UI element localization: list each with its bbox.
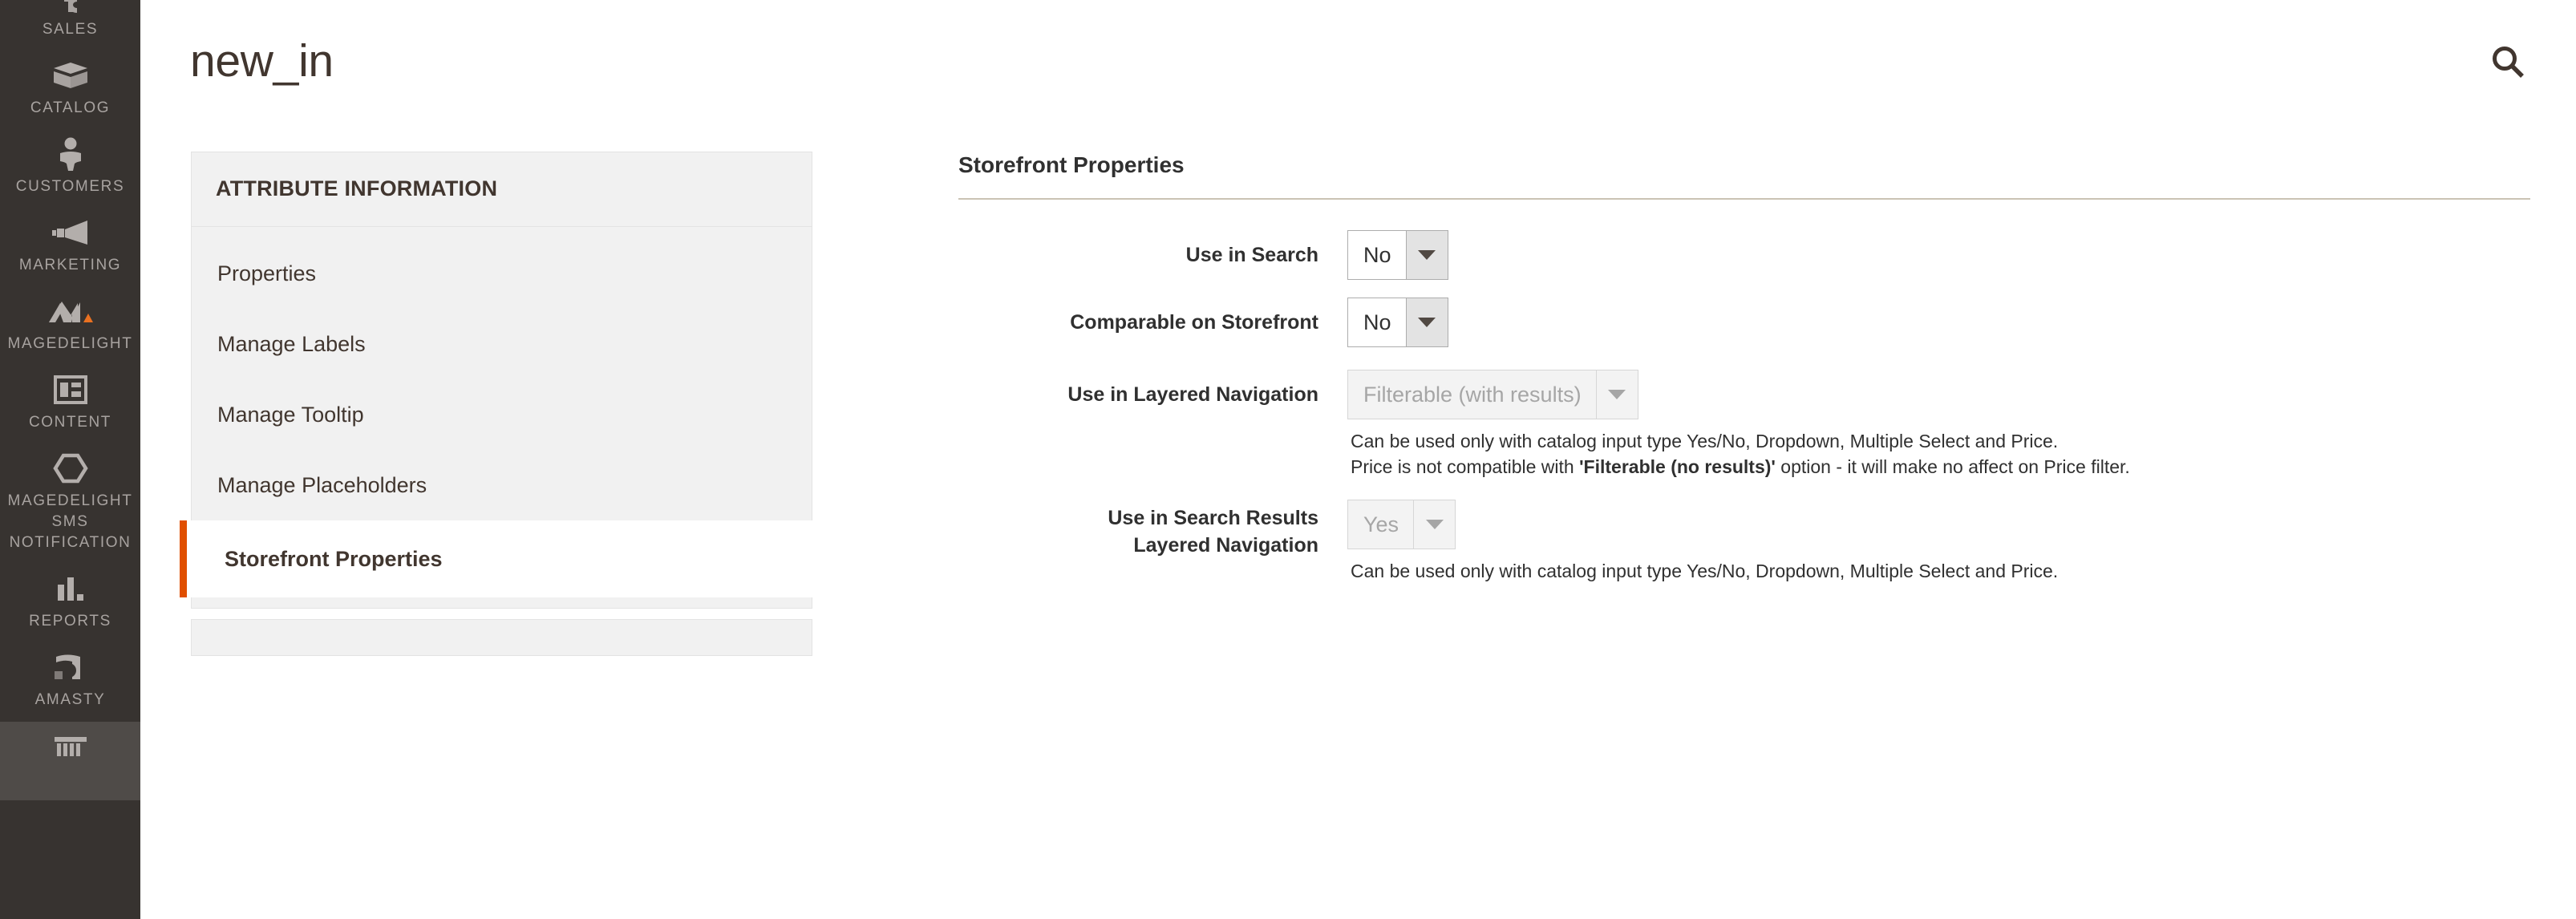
stores-icon	[3, 727, 137, 765]
sidebar-label-magedelight: MAGEDELIGHT	[7, 335, 133, 352]
section-title: Storefront Properties	[958, 152, 1185, 177]
attribute-information-panel: ATTRIBUTE INFORMATION Properties Manage …	[180, 152, 824, 656]
use-in-search-results-layered-navigation-value: Yes	[1363, 512, 1399, 536]
panel-item-storefront-properties[interactable]: Storefront Properties	[180, 520, 824, 597]
sidebar-label-amasty: AMASTY	[34, 691, 106, 708]
amasty-a-icon	[3, 648, 137, 686]
page-header: new_in	[140, 0, 2576, 140]
panel-item-properties[interactable]: Properties	[192, 238, 812, 309]
field-label-line-2: Layered Navigation	[1133, 534, 1318, 557]
sidebar-label-marketing: MARKETING	[18, 257, 122, 273]
field-label-use-in-search: Use in Search	[1185, 244, 1318, 266]
sidebar-item-customers[interactable]: CUSTOMERS	[0, 130, 140, 208]
section-divider	[958, 198, 2530, 200]
sidebar-item-reports[interactable]: REPORTS	[0, 565, 140, 643]
page-title: new_in	[190, 35, 334, 87]
notes-use-in-layered-navigation: Can be used only with catalog input type…	[1347, 429, 2130, 479]
chevron-down-icon	[1405, 231, 1448, 279]
sidebar-label-catalog: CATALOG	[30, 99, 111, 116]
use-in-search-results-layered-navigation-select[interactable]: Yes	[1347, 500, 1456, 549]
use-in-layered-navigation-value: Filterable (with results)	[1363, 383, 1582, 407]
chevron-down-icon	[1595, 370, 1638, 419]
field-control-comparable-on-storefront: No	[1347, 298, 1448, 347]
attribute-panel-box: ATTRIBUTE INFORMATION Properties Manage …	[180, 152, 824, 609]
sidebar-label-sales: SALES	[42, 21, 99, 38]
layout-page-icon	[3, 370, 137, 409]
note-suffix: option - it will make no affect on Price…	[1775, 456, 2130, 477]
sidebar-item-stores[interactable]	[0, 722, 140, 800]
attribute-panel-title: ATTRIBUTE INFORMATION	[192, 152, 812, 227]
bar-chart-icon	[3, 569, 137, 608]
panel-item-label: Manage Labels	[217, 332, 366, 356]
attribute-panel-next-section[interactable]	[191, 619, 812, 656]
admin-sidebar: SALES CATALOG CUSTOMERS MARKETING MAGEDE…	[0, 0, 140, 919]
magedelight-logo-icon	[3, 292, 137, 330]
storefront-properties-form: Storefront Properties Use in Search No C…	[958, 152, 2530, 601]
field-note: Price is not compatible with 'Filterable…	[1351, 455, 2130, 479]
sidebar-item-marketing[interactable]: MARKETING	[0, 208, 140, 287]
field-control-use-in-search-results-layered-navigation: Yes Can be used only with catalog input …	[1347, 500, 2058, 583]
field-row-use-in-layered-navigation: Use in Layered Navigation Filterable (wi…	[958, 370, 2530, 479]
use-in-layered-navigation-select[interactable]: Filterable (with results)	[1347, 370, 1638, 419]
panel-item-label: Storefront Properties	[225, 547, 443, 571]
field-row-use-in-search-results-layered-navigation: Use in Search Results Layered Navigation…	[958, 500, 2530, 583]
panel-item-manage-tooltip[interactable]: Manage Tooltip	[192, 379, 812, 450]
field-label-line-1: Use in Search Results	[1108, 507, 1318, 529]
field-row-use-in-search: Use in Search No	[958, 230, 2530, 280]
use-in-search-value: No	[1363, 243, 1391, 267]
attribute-panel-list: Properties Manage Labels Manage Tooltip …	[180, 227, 824, 608]
sidebar-item-amasty[interactable]: AMASTY	[0, 643, 140, 722]
sidebar-label-customers: CUSTOMERS	[15, 178, 125, 195]
field-row-comparable-on-storefront: Comparable on Storefront No	[958, 298, 2530, 347]
panel-item-manage-labels[interactable]: Manage Labels	[192, 309, 812, 379]
page-body: ATTRIBUTE INFORMATION Properties Manage …	[140, 140, 2576, 919]
sidebar-item-magedelight-sms-notification[interactable]: MAGEDELIGHT SMS NOTIFICATION	[0, 444, 140, 565]
megaphone-icon	[3, 213, 137, 252]
field-label-use-in-search-results-layered-navigation: Use in Search Results Layered Navigation	[958, 500, 1347, 559]
person-icon	[3, 135, 137, 173]
panel-item-label: Properties	[217, 261, 317, 285]
panel-item-label: Manage Tooltip	[217, 403, 364, 427]
comparable-on-storefront-select[interactable]: No	[1347, 298, 1448, 347]
panel-item-label: Manage Placeholders	[217, 473, 427, 497]
comparable-on-storefront-value: No	[1363, 310, 1391, 334]
field-note: Can be used only with catalog input type…	[1351, 561, 2059, 581]
note-prefix: Price is not compatible with	[1351, 456, 1580, 477]
panel-item-manage-placeholders[interactable]: Manage Placeholders	[192, 450, 812, 520]
chevron-down-icon	[1413, 500, 1456, 549]
hexagon-icon	[3, 449, 137, 488]
chevron-down-icon	[1405, 298, 1448, 346]
field-note: Can be used only with catalog input type…	[1351, 431, 2059, 451]
dollar-tag-icon	[3, 0, 137, 16]
sidebar-label-magedelight-sms-notification: MAGEDELIGHT SMS NOTIFICATION	[7, 492, 133, 551]
content-area: new_in ATTRIBUTE INFORMATION Properties …	[140, 0, 2576, 919]
field-control-use-in-search: No	[1347, 230, 1448, 280]
sidebar-item-content[interactable]: CONTENT	[0, 366, 140, 444]
sidebar-item-magedelight[interactable]: MAGEDELIGHT	[0, 287, 140, 366]
use-in-search-select[interactable]: No	[1347, 230, 1448, 280]
sidebar-label-content: CONTENT	[28, 414, 112, 431]
note-bold: 'Filterable (no results)'	[1579, 456, 1776, 477]
field-control-use-in-layered-navigation: Filterable (with results) Can be used on…	[1347, 370, 2130, 479]
field-label-use-in-layered-navigation: Use in Layered Navigation	[1067, 383, 1318, 406]
sidebar-item-sales[interactable]: SALES	[0, 0, 140, 51]
field-label-comparable-on-storefront: Comparable on Storefront	[1070, 311, 1318, 334]
box-icon	[3, 56, 137, 95]
sidebar-item-catalog[interactable]: CATALOG	[0, 51, 140, 130]
global-search-icon[interactable]	[2484, 38, 2532, 87]
notes-use-in-search-results-layered-navigation: Can be used only with catalog input type…	[1347, 559, 2058, 583]
sidebar-label-reports: REPORTS	[29, 613, 111, 630]
